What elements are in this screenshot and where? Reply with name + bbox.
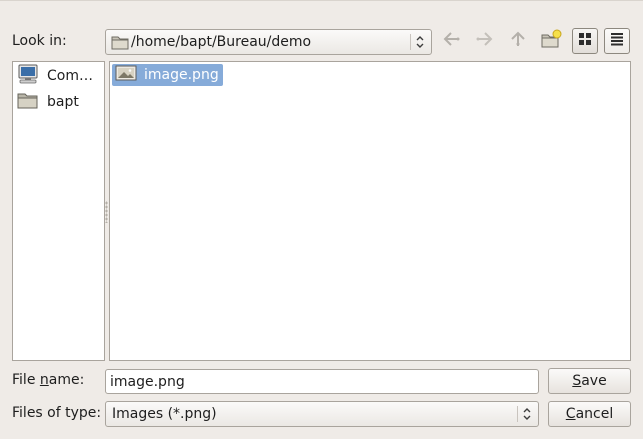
detail-view-button[interactable] (604, 28, 630, 54)
files-of-type-label: Files of type: (12, 405, 102, 421)
sidebar-item-bapt[interactable]: bapt (17, 91, 79, 113)
back-icon (441, 30, 463, 52)
folder-icon (111, 34, 129, 54)
image-file-icon (115, 65, 137, 85)
combo-arrows-icon (410, 34, 427, 50)
file-type-value: Images (*.png) (112, 406, 217, 422)
file-name-input[interactable] (105, 369, 539, 394)
file-item-image-png[interactable]: image.png (112, 64, 223, 86)
icon-view-icon (578, 32, 592, 50)
file-list[interactable]: image.png (109, 61, 631, 361)
combo-arrows-icon (517, 406, 534, 422)
file-type-combo[interactable]: Images (*.png) (105, 401, 539, 427)
sidebar-item-computer[interactable]: Com… (17, 64, 93, 88)
save-button[interactable]: Save (548, 368, 631, 394)
forward-icon (473, 30, 495, 52)
look-in-label: Look in: (12, 33, 67, 49)
file-dialog: Look in: /home/bapt/Bureau/demo Com… bap… (0, 0, 643, 439)
cancel-button[interactable]: Cancel (548, 401, 631, 427)
new-folder-icon (540, 29, 562, 53)
back-button[interactable] (439, 28, 465, 54)
forward-button[interactable] (471, 28, 497, 54)
sidebar-item-label: bapt (47, 94, 79, 110)
folder-icon (17, 91, 39, 113)
look-in-combo[interactable]: /home/bapt/Bureau/demo (105, 29, 432, 55)
places-sidebar: Com… bapt (12, 61, 105, 361)
parent-directory-button[interactable] (505, 28, 531, 54)
save-button-label: Save (572, 373, 607, 389)
computer-icon (17, 64, 39, 88)
detail-view-icon (610, 32, 624, 50)
icon-view-button[interactable] (572, 28, 598, 54)
file-item-label: image.png (144, 67, 219, 83)
new-folder-button[interactable] (538, 28, 564, 54)
splitter-handle[interactable] (105, 201, 108, 223)
look-in-path: /home/bapt/Bureau/demo (131, 34, 312, 50)
file-name-label: File name: (12, 372, 85, 388)
cancel-button-label: Cancel (565, 406, 614, 422)
sidebar-item-label: Com… (47, 68, 93, 84)
parent-directory-icon (508, 29, 528, 53)
